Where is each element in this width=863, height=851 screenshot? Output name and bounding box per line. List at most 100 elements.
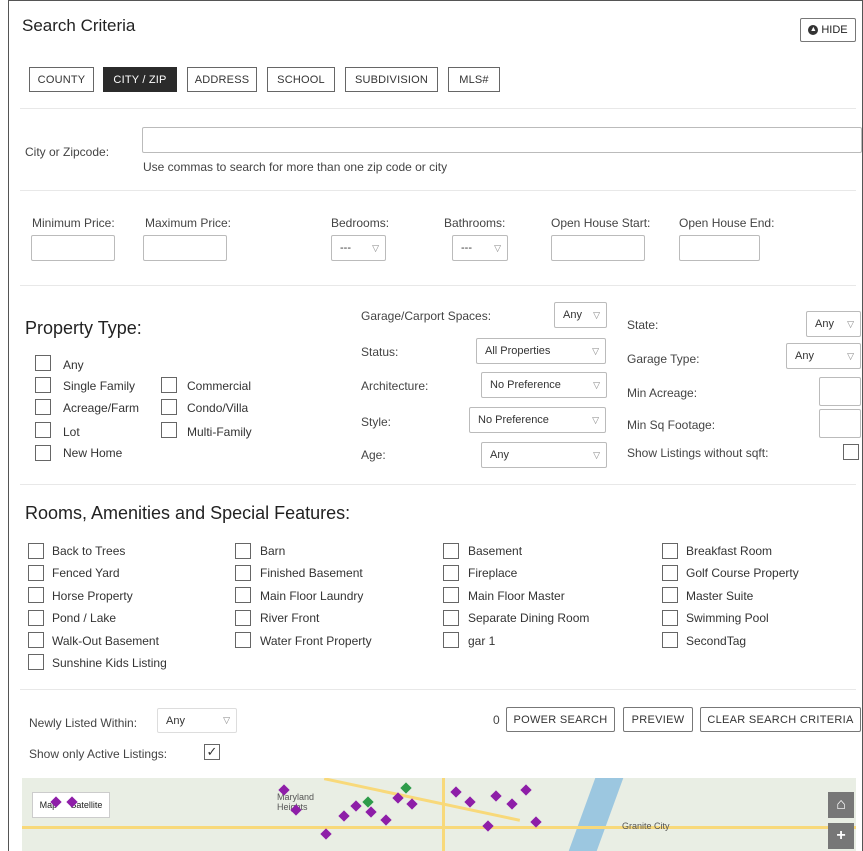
- garage-type-value: Any: [795, 350, 814, 362]
- amenity-checkbox[interactable]: [28, 632, 44, 648]
- amenity-checkbox[interactable]: [443, 565, 459, 581]
- amenity-checkbox[interactable]: [235, 565, 251, 581]
- amenity-checkbox[interactable]: [235, 610, 251, 626]
- amenity-checkbox[interactable]: [662, 565, 678, 581]
- bathrooms-select[interactable]: --- ▽: [452, 235, 508, 261]
- listing-marker[interactable]: [400, 782, 412, 794]
- property-type-new-home-checkbox[interactable]: [35, 445, 51, 461]
- amenity-checkbox[interactable]: [443, 632, 459, 648]
- amenity-checkbox[interactable]: [443, 610, 459, 626]
- bathrooms-label: Bathrooms:: [444, 216, 506, 230]
- amenities-title: Rooms, Amenities and Special Features:: [25, 503, 351, 523]
- amenity-checkbox[interactable]: [662, 543, 678, 559]
- min-acreage-input[interactable]: [819, 377, 861, 406]
- property-type-acreage-checkbox[interactable]: [35, 399, 51, 415]
- amenity-checkbox[interactable]: [28, 543, 44, 559]
- property-type-label: Acreage/Farm: [63, 401, 140, 415]
- property-type-label: Condo/Villa: [187, 401, 249, 415]
- amenity-label: River Front: [260, 611, 320, 625]
- tab-city-zip[interactable]: CITY / ZIP: [103, 67, 177, 92]
- road: [323, 778, 521, 822]
- amenity-label: Fenced Yard: [52, 566, 120, 580]
- newly-listed-select[interactable]: Any ▽: [157, 708, 237, 733]
- status-select[interactable]: All Properties ▽: [476, 338, 606, 364]
- min-price-input[interactable]: [31, 235, 115, 261]
- active-only-checkbox[interactable]: ✓: [204, 744, 220, 760]
- map-view[interactable]: Map Satellite Maryland Heights Granite C…: [22, 778, 856, 851]
- tab-address[interactable]: ADDRESS: [187, 67, 257, 92]
- amenity-checkbox[interactable]: [28, 654, 44, 670]
- zoom-in-icon[interactable]: +: [828, 823, 854, 849]
- amenity-checkbox[interactable]: [443, 587, 459, 603]
- state-label: State:: [627, 318, 659, 332]
- power-search-button[interactable]: POWER SEARCH: [506, 707, 615, 732]
- property-type-multi-family-checkbox[interactable]: [161, 422, 177, 438]
- amenity-label: Back to Trees: [52, 544, 126, 558]
- min-acreage-label: Min Acreage:: [627, 386, 698, 400]
- tab-county[interactable]: COUNTY: [29, 67, 94, 92]
- amenity-checkbox[interactable]: [662, 610, 678, 626]
- amenity-checkbox[interactable]: [235, 543, 251, 559]
- amenity-label: Golf Course Property: [686, 566, 799, 580]
- max-price-input[interactable]: [143, 235, 227, 261]
- listing-marker[interactable]: [380, 814, 392, 826]
- no-sqft-label: Show Listings without sqft:: [627, 446, 769, 460]
- style-select[interactable]: No Preference ▽: [469, 407, 606, 433]
- listing-marker[interactable]: [406, 798, 418, 810]
- property-type-single-family-checkbox[interactable]: [35, 377, 51, 393]
- listing-marker[interactable]: [350, 800, 362, 812]
- min-sqft-input[interactable]: [819, 409, 861, 438]
- property-type-lot-checkbox[interactable]: [35, 422, 51, 438]
- amenity-label: Breakfast Room: [686, 544, 773, 558]
- style-value: No Preference: [478, 414, 549, 426]
- amenity-checkbox[interactable]: [662, 587, 678, 603]
- preview-button[interactable]: PREVIEW: [623, 707, 693, 732]
- listing-marker[interactable]: [464, 796, 476, 808]
- bedrooms-label: Bedrooms:: [331, 216, 390, 230]
- newly-listed-value: Any: [166, 714, 185, 727]
- open-house-start-input[interactable]: [551, 235, 645, 261]
- tab-subdivision[interactable]: SUBDIVISION: [345, 67, 438, 92]
- min-sqft-label: Min Sq Footage:: [627, 418, 716, 432]
- listing-marker[interactable]: [320, 828, 332, 840]
- age-select[interactable]: Any ▽: [481, 442, 607, 468]
- tab-school[interactable]: SCHOOL: [267, 67, 335, 92]
- listing-marker[interactable]: [362, 796, 374, 808]
- architecture-select[interactable]: No Preference ▽: [481, 372, 607, 398]
- listing-marker[interactable]: [520, 784, 532, 796]
- listing-marker[interactable]: [482, 820, 494, 832]
- divider: [20, 689, 856, 690]
- amenity-checkbox[interactable]: [28, 587, 44, 603]
- listing-marker[interactable]: [506, 798, 518, 810]
- bedrooms-select[interactable]: --- ▽: [331, 235, 386, 261]
- no-sqft-checkbox[interactable]: [843, 444, 859, 460]
- chevron-down-icon: ▽: [593, 309, 600, 320]
- listing-marker[interactable]: [365, 806, 377, 818]
- listing-marker[interactable]: [338, 810, 350, 822]
- property-type-any-checkbox[interactable]: [35, 355, 51, 371]
- garage-spaces-select[interactable]: Any ▽: [554, 302, 607, 328]
- amenity-checkbox[interactable]: [443, 543, 459, 559]
- amenity-checkbox[interactable]: [235, 587, 251, 603]
- amenity-checkbox[interactable]: [662, 632, 678, 648]
- amenity-label: Water Front Property: [260, 634, 372, 648]
- amenity-label: Barn: [260, 544, 286, 558]
- clear-search-criteria-button[interactable]: CLEAR SEARCH CRITERIA: [700, 707, 861, 732]
- state-select[interactable]: Any ▽: [806, 311, 861, 337]
- open-house-end-input[interactable]: [679, 235, 760, 261]
- listing-marker[interactable]: [490, 790, 502, 802]
- home-icon[interactable]: ⌂: [828, 792, 854, 818]
- city-zip-input[interactable]: [142, 127, 862, 153]
- listing-marker[interactable]: [450, 786, 462, 798]
- divider: [20, 484, 856, 485]
- garage-spaces-value: Any: [563, 309, 582, 321]
- garage-type-select[interactable]: Any ▽: [786, 343, 861, 369]
- property-type-commercial-checkbox[interactable]: [161, 377, 177, 393]
- property-type-condo-checkbox[interactable]: [161, 399, 177, 415]
- hide-button[interactable]: ▲ HIDE: [800, 18, 856, 42]
- property-type-title: Property Type:: [25, 318, 142, 338]
- tab-mls[interactable]: MLS#: [448, 67, 500, 92]
- amenity-checkbox[interactable]: [28, 610, 44, 626]
- amenity-checkbox[interactable]: [235, 632, 251, 648]
- amenity-checkbox[interactable]: [28, 565, 44, 581]
